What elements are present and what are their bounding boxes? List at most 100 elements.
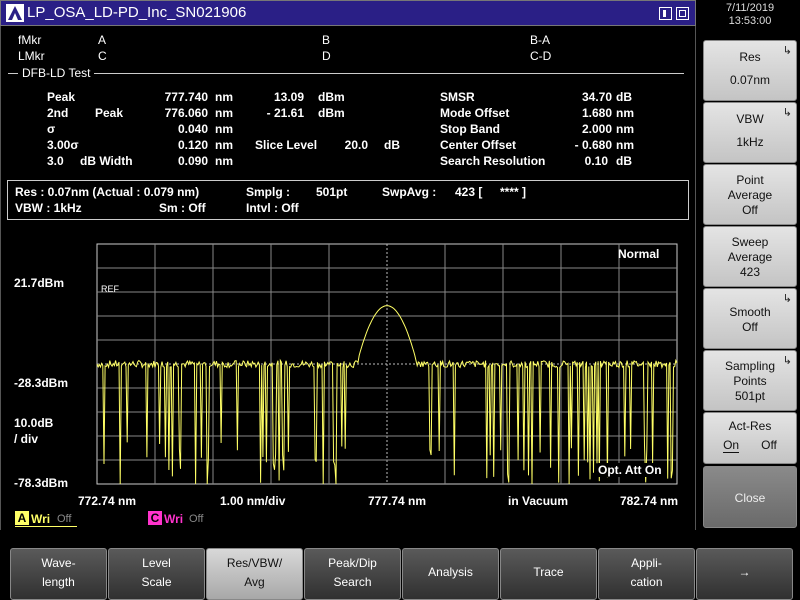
window-title: LP_OSA_LD-PD_Inc_SN021906 [27,4,247,21]
trace-c-off: Off [189,513,204,525]
softkey-label: Act-Res [728,419,772,433]
trace-a-write: Wri [31,512,51,526]
close-softkey[interactable]: Close [703,466,797,528]
application-key[interactable]: Appli-cation [598,548,695,600]
function-key-label: Res/VBW/ [226,556,283,570]
trace-mode: Normal [618,247,660,261]
center-offset-value: - 0.680 [574,138,612,152]
x-axis-center: 777.74 nm [368,494,427,508]
smsr-value: 34.70 [581,90,612,104]
trace-a-indicator: A [15,511,29,525]
next-page-key[interactable]: → [696,548,793,600]
second-level-unit: dBm [318,106,345,120]
marker-a: A [98,33,107,47]
three-sigma-value: 0.120 [177,138,208,152]
three-sigma-label: 3.00σ [47,138,79,152]
mode-offset-value: 1.680 [581,106,612,120]
sigma-unit: nm [215,122,233,136]
res-softkey[interactable]: Res 0.07nm ↳ [703,40,797,101]
stop-band-unit: nm [616,122,634,136]
arrow-right-icon: → [738,565,751,579]
clock-time: 13:53:00 [728,15,772,27]
smplg-label: Smplg : [246,185,290,199]
wavelength-key[interactable]: Wave-length [10,548,107,600]
function-key-label: Peak/Dip [328,556,377,570]
trace-c-write: Wri [164,512,184,526]
width-value: 0.090 [177,154,208,168]
trace-a-off: Off [57,513,72,525]
second-wavelength-unit: nm [215,106,233,120]
res-vbw-avg-key[interactable]: Res/VBW/Avg [206,548,303,600]
medium-label: in Vacuum [508,494,569,508]
sweep-average-softkey[interactable]: Sweep Average 423 [703,226,797,287]
level-scale-key[interactable]: Level Scale [108,548,205,600]
marker-c: C [98,49,107,63]
y-axis-top: 21.7dBm [14,276,65,290]
softkey-label: 0.07nm [729,73,771,87]
res-setting: Res : 0.07nm (Actual : 0.079 nm) [15,185,200,199]
softkey-label: 1kHz [736,135,764,149]
smplg-value: 501pt [316,185,348,199]
second-label: 2nd [47,106,69,120]
slice-level-label: Slice Level [255,138,318,152]
sigma-value: 0.040 [177,122,208,136]
function-key-label: Level [142,556,171,570]
y-axis-bottom: -78.3dBm [14,476,69,490]
marker-b: B [322,33,331,47]
swpavg-stars: **** ] [500,185,527,199]
search-resolution-value: 0.10 [584,154,608,168]
smsr-label: SMSR [440,90,475,104]
lmkr-label: LMkr [18,49,45,63]
three-sigma-unit: nm [215,138,233,152]
submenu-arrow-icon: ↳ [782,293,792,305]
softkey-label: Close [734,490,766,505]
anritsu-logo-icon [6,4,24,22]
sampling-points-softkey[interactable]: Sampling Points 501pt ↳ [703,350,797,411]
peak-dip-search-key[interactable]: Peak/Dip Search [304,548,401,600]
swpavg-value: 423 [ [455,185,483,199]
mode-offset-unit: nm [616,106,634,120]
center-offset-label: Center Offset [440,138,517,152]
submenu-arrow-icon: ↳ [782,45,792,57]
peak-level: 13.09 [273,90,304,104]
softkey-label: Average [727,188,773,202]
marker-c-d: C-D [530,49,552,63]
mode-offset-label: Mode Offset [440,106,510,120]
section-divider [8,73,684,74]
test-title: DFB-LD Test [18,66,95,80]
peak-label: Peak [47,90,76,104]
smsr-unit: dB [616,90,632,104]
act-res-softkey[interactable]: Act-Res On Off [703,412,797,464]
width-label: dB Width [80,154,133,168]
act-res-off-option: Off [761,438,777,452]
softkey-label: Smooth [729,304,771,319]
fmkr-label: fMkr [18,33,42,47]
x-axis-end: 782.74 nm [620,494,679,508]
point-average-softkey[interactable]: Point Average Off [703,164,797,225]
marker-b-a: B-A [530,33,551,47]
peak-wavelength: 777.740 [164,90,208,104]
function-key-label: Wave- [41,556,76,570]
minimize-button[interactable] [659,7,672,20]
width-unit: nm [215,154,233,168]
softkey-label: Off [742,203,758,217]
stop-band-value: 2.000 [581,122,612,136]
sigma-label: σ [47,122,56,136]
second-wavelength: 776.060 [164,106,208,120]
softkey-label: Point [736,173,764,187]
function-key-label: length [42,575,75,589]
vbw-softkey[interactable]: VBW 1kHz ↳ [703,102,797,163]
maximize-button[interactable] [676,7,689,20]
smooth-softkey[interactable]: Smooth Off ↳ [703,288,797,349]
vbw-setting: VBW : 1kHz [15,201,82,215]
peak-wavelength-unit: nm [215,90,233,104]
swpavg-label: SwpAvg : [382,185,437,199]
window-title-bar: LP_OSA_LD-PD_Inc_SN021906 [0,0,696,26]
submenu-arrow-icon: ↳ [782,107,792,119]
trace-key[interactable]: Trace [500,548,597,600]
analysis-key[interactable]: Analysis [402,548,499,600]
trace-a-underline [15,526,77,527]
y-axis-mid: -28.3dBm [14,376,69,390]
second-level: - 21.61 [266,106,304,120]
y-scale-value: 10.0dB [14,416,54,430]
